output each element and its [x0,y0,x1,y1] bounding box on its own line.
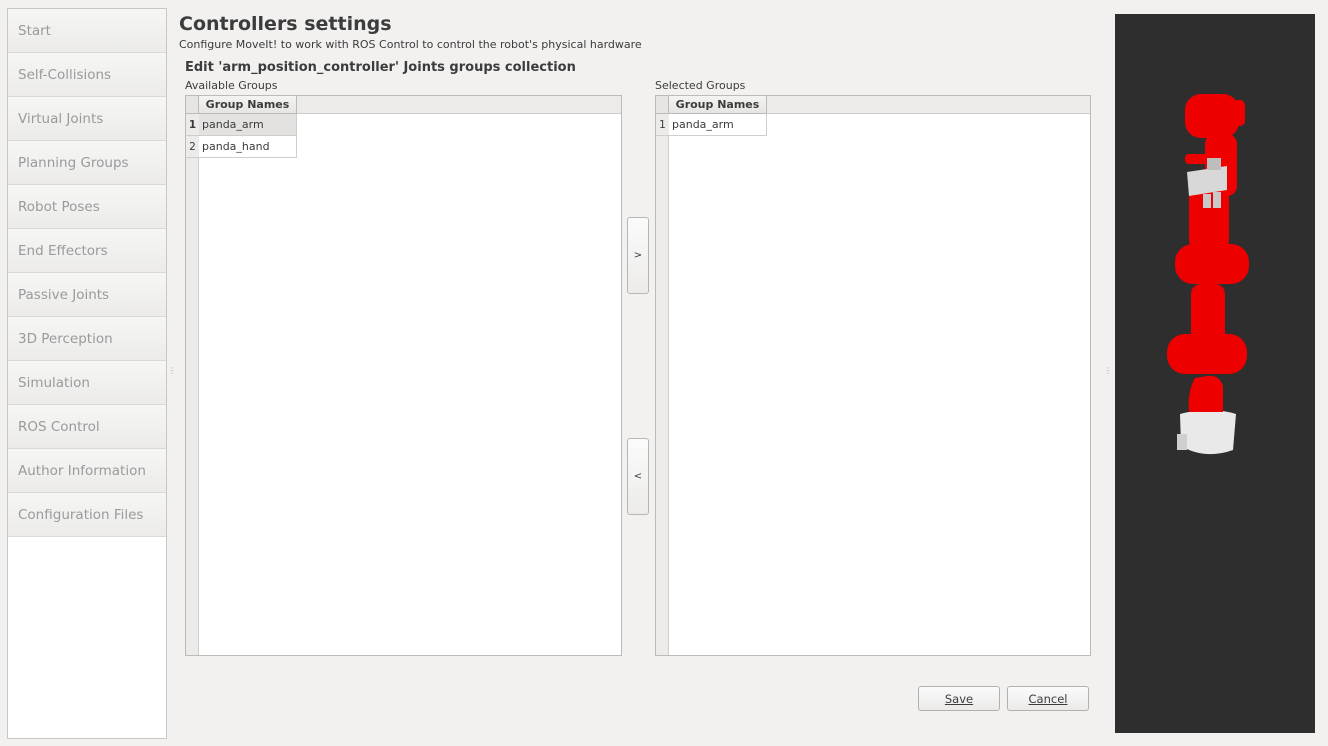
robot-3d-viewer[interactable] [1115,14,1315,733]
setup-steps-sidebar: Start Self-Collisions Virtual Joints Pla… [7,8,167,739]
add-group-button[interactable]: > [627,217,649,294]
sidebar-item-simulation[interactable]: Simulation [8,361,166,405]
sidebar-item-end-effectors[interactable]: End Effectors [8,229,166,273]
table-row[interactable]: panda_hand [199,136,297,158]
sidebar-item-virtual-joints[interactable]: Virtual Joints [8,97,166,141]
sidebar-item-3d-perception[interactable]: 3D Perception [8,317,166,361]
sidebar-item-start[interactable]: Start [8,9,166,53]
sidebar-item-self-collisions[interactable]: Self-Collisions [8,53,166,97]
available-groups-table[interactable]: Group Names 1 panda_arm 2 panda_hand [185,95,622,656]
sidebar-item-passive-joints[interactable]: Passive Joints [8,273,166,317]
remove-group-button[interactable]: < [627,438,649,515]
sidebar-item-robot-poses[interactable]: Robot Poses [8,185,166,229]
table-corner[interactable] [186,96,199,114]
robot-joint-7-side [1233,100,1245,126]
selected-groups-table[interactable]: Group Names 1 panda_arm [655,95,1091,656]
edit-section-title: Edit 'arm_position_controller' Joints gr… [185,60,576,75]
robot-joint-7 [1185,94,1239,138]
column-header-group-names[interactable]: Group Names [669,96,767,114]
save-button-label: Save [944,691,974,706]
cancel-button[interactable]: Cancel [1007,686,1089,711]
table-corner[interactable] [656,96,669,114]
column-header-group-names[interactable]: Group Names [199,96,297,114]
page-subtitle: Configure MoveIt! to work with ROS Contr… [179,38,642,51]
robot-link-3 [1191,284,1225,344]
panda-robot-model [1167,94,1249,455]
robot-link-1 [1188,375,1223,412]
table-row[interactable]: panda_arm [199,114,297,136]
selected-groups-label: Selected Groups [655,79,746,92]
sidebar-item-author-information[interactable]: Author Information [8,449,166,493]
table-row[interactable]: panda_arm [669,114,767,136]
row-number[interactable]: 1 [186,114,199,136]
row-number[interactable]: 1 [656,114,669,136]
row-header-column [656,96,669,655]
page-title: Controllers settings [179,13,392,35]
right-splitter-handle[interactable]: ⋮ [1104,367,1112,377]
left-splitter-handle[interactable]: ⋮ [168,367,176,377]
available-groups-label: Available Groups [185,79,278,92]
sidebar-item-configuration-files[interactable]: Configuration Files [8,493,166,537]
save-button[interactable]: Save [918,686,1000,711]
row-header-column [186,96,199,655]
sidebar-item-planning-groups[interactable]: Planning Groups [8,141,166,185]
cancel-button-label: Cancel [1028,691,1068,706]
robot-base [1180,410,1236,455]
sidebar-item-ros-control[interactable]: ROS Control [8,405,166,449]
row-number[interactable]: 2 [186,136,199,158]
robot-base-mount [1177,434,1187,450]
